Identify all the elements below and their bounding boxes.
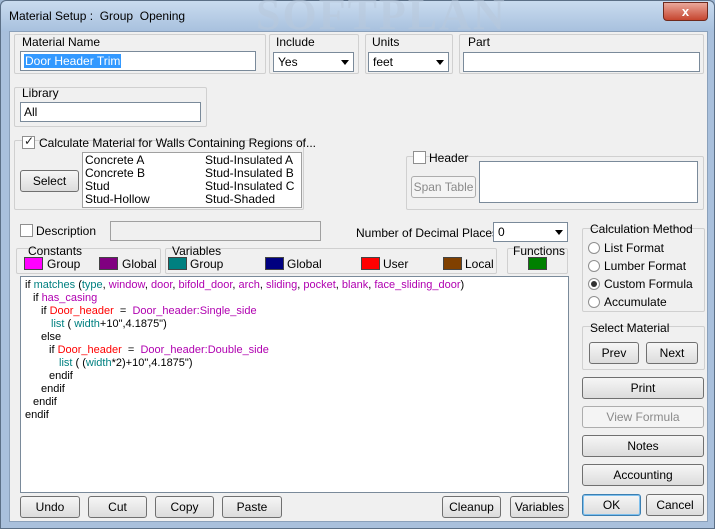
custom-formula-label[interactable]: Custom Formula: [604, 277, 693, 291]
units-label: Units: [372, 35, 400, 49]
variable-local-label: Local: [465, 257, 494, 271]
formula-line: endif: [49, 370, 73, 382]
variables-button[interactable]: Variables: [510, 496, 569, 518]
list-format-radio[interactable]: [588, 242, 600, 254]
calculate-checkbox[interactable]: [22, 134, 35, 149]
formula-line: if has_casing: [33, 292, 98, 304]
formula-line: if matches (type, window, door, bifold_d…: [25, 279, 465, 291]
accounting-button[interactable]: Accounting: [582, 464, 704, 486]
print-button[interactable]: Print: [582, 377, 704, 399]
variable-global-label: Global: [287, 257, 322, 271]
variable-local-swatch: [443, 257, 462, 270]
library-label: Library: [22, 86, 59, 100]
calculate-label: Calculate Material for Walls Containing …: [39, 136, 317, 150]
constant-group-swatch: [24, 257, 43, 270]
list-item[interactable]: Stud-Hollow: [85, 193, 150, 206]
paste-button[interactable]: Paste: [222, 496, 282, 518]
chevron-down-icon: [555, 230, 563, 235]
cancel-button[interactable]: Cancel: [646, 494, 704, 516]
formula-editor[interactable]: if matches (type, window, door, bifold_d…: [20, 276, 569, 493]
description-label: Description: [36, 224, 97, 238]
material-setup-window: SOFTPLAN Material Setup : Group Opening …: [0, 0, 715, 529]
constants-label: Constants: [28, 244, 83, 258]
accumulate-label[interactable]: Accumulate: [604, 295, 667, 309]
decimal-places-select[interactable]: 0: [493, 222, 568, 242]
formula-line: if Door_header = Door_header:Single_side: [41, 305, 257, 317]
material-name-label: Material Name: [22, 35, 101, 49]
formula-line: if Door_header = Door_header:Double_side: [49, 344, 269, 356]
variable-user-swatch: [361, 257, 380, 270]
formula-line: list ( width+10",4.1875"): [51, 318, 167, 330]
lumber-format-label[interactable]: Lumber Format: [604, 259, 686, 273]
regions-column-1: Concrete A Concrete B Stud Stud-Hollow: [85, 154, 150, 206]
cut-button[interactable]: Cut: [88, 496, 147, 518]
header-input[interactable]: [479, 161, 698, 203]
next-material-button[interactable]: Next: [646, 342, 698, 364]
formula-line: list ( (width*2)+10",4.1875"): [59, 357, 193, 369]
span-table-button[interactable]: Span Table: [411, 176, 476, 198]
window-title: Material Setup : Group Opening: [9, 9, 186, 23]
prev-material-button[interactable]: Prev: [589, 342, 639, 364]
decimal-places-label: Number of Decimal Places: [356, 226, 499, 240]
variables-label: Variables: [172, 244, 222, 258]
units-select[interactable]: feet: [368, 52, 449, 72]
units-value: feet: [373, 55, 394, 69]
part-label: Part: [468, 35, 491, 49]
formula-line: else: [41, 331, 62, 343]
functions-label: Functions: [513, 244, 566, 258]
chevron-down-icon: [341, 60, 349, 65]
undo-button[interactable]: Undo: [20, 496, 80, 518]
title-bar[interactable]: SOFTPLAN Material Setup : Group Opening …: [1, 0, 714, 39]
dialog-client: Material Name Door Header Trim Include Y…: [9, 31, 708, 522]
list-item[interactable]: Stud-Shaded: [205, 193, 294, 206]
lumber-format-radio[interactable]: [588, 260, 600, 272]
decimal-places-value: 0: [498, 225, 505, 239]
variable-group-label: Group: [190, 257, 224, 271]
part-input[interactable]: [463, 52, 700, 72]
material-name-input[interactable]: Door Header Trim: [20, 51, 256, 71]
include-label: Include: [276, 35, 315, 49]
cleanup-button[interactable]: Cleanup: [442, 496, 501, 518]
regions-list[interactable]: Concrete A Concrete B Stud Stud-Hollow S…: [82, 152, 302, 208]
functions-swatch: [528, 257, 547, 270]
description-input[interactable]: [110, 221, 321, 241]
function-token: matches: [33, 279, 76, 291]
custom-formula-radio[interactable]: [588, 278, 600, 290]
constant-global-swatch: [99, 257, 118, 270]
close-button[interactable]: x: [663, 2, 708, 21]
select-regions-button[interactable]: Select: [20, 170, 79, 192]
formula-line: endif: [41, 383, 65, 395]
include-select[interactable]: Yes: [273, 52, 354, 72]
formula-line: endif: [25, 409, 49, 421]
accumulate-radio[interactable]: [588, 296, 600, 308]
ok-button[interactable]: OK: [582, 494, 641, 516]
variable-group-swatch: [168, 257, 187, 270]
header-checkbox[interactable]: [413, 151, 426, 164]
constant-global-label: Global: [122, 257, 157, 271]
constant-group-label: Group: [47, 257, 81, 271]
view-formula-button[interactable]: View Formula: [582, 406, 704, 428]
select-material-label: Select Material: [590, 321, 670, 335]
variable-global-swatch: [265, 257, 284, 270]
header-label: Header: [429, 151, 469, 165]
notes-button[interactable]: Notes: [582, 435, 704, 457]
library-value: All: [24, 105, 38, 119]
close-icon: x: [681, 4, 690, 19]
include-value: Yes: [278, 55, 298, 69]
copy-button[interactable]: Copy: [155, 496, 214, 518]
list-format-label[interactable]: List Format: [604, 241, 664, 255]
library-input[interactable]: All: [20, 102, 201, 122]
variable-user-label: User: [383, 257, 409, 271]
formula-line: endif: [33, 396, 57, 408]
description-checkbox[interactable]: [20, 224, 33, 237]
material-name-value: Door Header Trim: [24, 54, 122, 68]
calculation-method-label: Calculation Method: [590, 222, 693, 236]
chevron-down-icon: [436, 60, 444, 65]
regions-column-2: Stud-Insulated A Stud-Insulated B Stud-I…: [205, 154, 294, 206]
